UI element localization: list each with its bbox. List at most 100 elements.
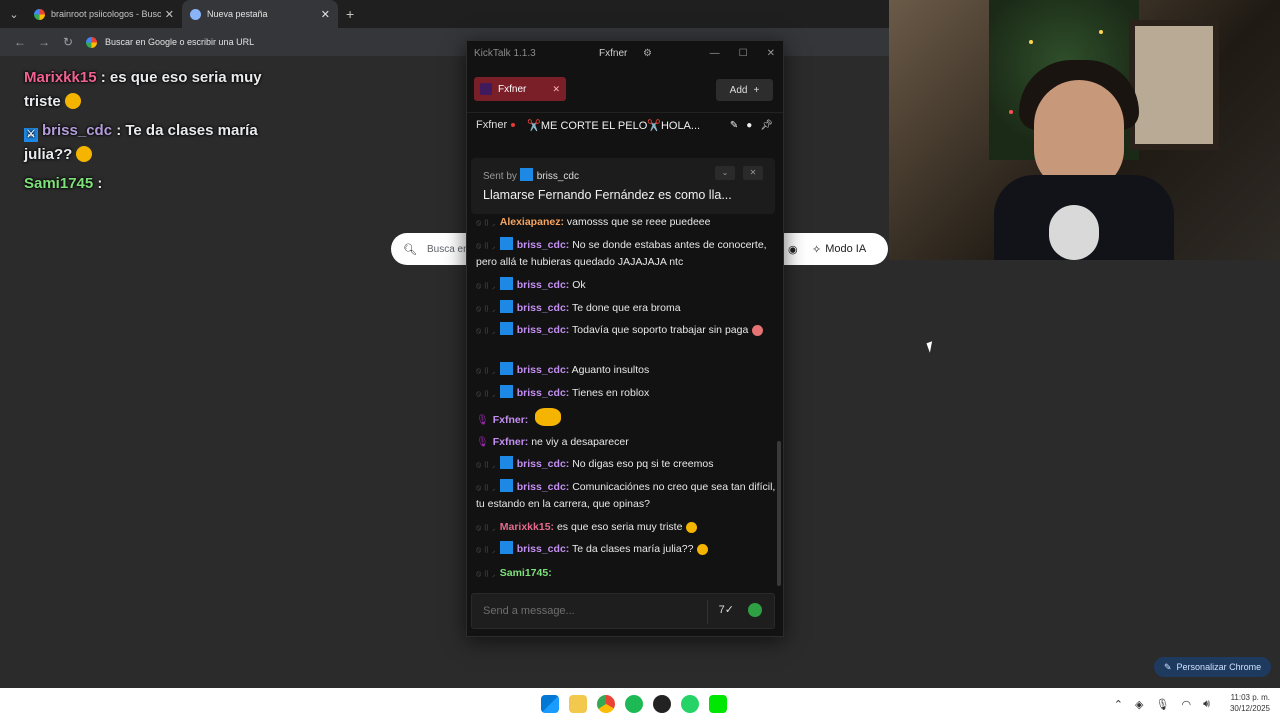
mod-actions-icon[interactable]: ⦸ ▯ ⸝	[476, 322, 496, 339]
broadcaster-mic-icon: 🎙︎	[476, 415, 489, 426]
moderator-badge-icon	[499, 237, 513, 250]
chat-username[interactable]: Sami1745:	[500, 567, 552, 579]
overlay-username: Marixkk15	[24, 69, 97, 86]
moderator-badge-icon	[499, 456, 513, 469]
chat-text: ne viy a desaparecer	[531, 436, 629, 448]
chat-message: ⦸ ▯ ⸝ briss_cdc: Todavía que soporto trab…	[476, 322, 776, 339]
maximize-icon[interactable]: ☐	[739, 48, 748, 59]
pin-icon[interactable]: 📌︎	[760, 120, 773, 131]
tab-search-icon[interactable]: ⌄	[2, 2, 26, 26]
chat-username[interactable]: Fxfner:	[493, 436, 529, 448]
tab-search-results[interactable]: brainroot psiicologos - Buscar c ✕	[26, 0, 182, 28]
reload-icon[interactable]: ↻	[56, 35, 80, 49]
emoji-icon	[64, 93, 81, 109]
emoji-icon	[697, 544, 709, 555]
chrome-icon[interactable]	[597, 695, 615, 713]
chat-username[interactable]: briss_cdc:	[517, 279, 570, 291]
chevron-down-icon[interactable]: ⌄	[715, 166, 735, 180]
mod-actions-icon[interactable]: ⦸ ▯ ⸝	[476, 385, 496, 402]
kick-icon[interactable]	[709, 695, 727, 713]
ai-mode-label: Modo IA	[825, 243, 867, 255]
clock[interactable]: 11:03 p. m. 30/12/2025	[1230, 692, 1270, 714]
channel-tabs: Fxfner ✕ Add +	[467, 65, 783, 113]
webcam-feed	[889, 0, 1280, 260]
chat-username[interactable]: briss_cdc:	[517, 481, 570, 493]
forward-icon[interactable]: →	[32, 35, 56, 49]
windows-start-icon[interactable]	[541, 695, 559, 713]
wifi-icon[interactable]: ◠	[1181, 698, 1191, 711]
omnibox[interactable]: Buscar en Google o escribir una URL	[86, 36, 254, 48]
mod-actions-icon[interactable]: ⦸ ▯ ⸝	[476, 362, 496, 379]
chat-message: ⦸ ▯ ⸝ Sami1745:	[476, 565, 776, 582]
chat-username[interactable]: briss_cdc:	[517, 364, 570, 376]
mod-actions-icon[interactable]: ⦸ ▯ ⸝	[476, 214, 496, 231]
moderator-badge-icon	[499, 300, 513, 313]
close-tab-icon[interactable]: ✕	[165, 8, 174, 21]
user-icon[interactable]: ●	[746, 120, 752, 131]
google-icon	[86, 36, 97, 48]
chat-username[interactable]: briss_cdc:	[517, 458, 570, 470]
chat-username[interactable]: briss_cdc:	[517, 543, 570, 555]
chat-message: ⦸ ▯ ⸝ Alexiapanez: vamosss que se reee pu…	[476, 214, 776, 231]
minimize-icon[interactable]: —	[710, 48, 720, 59]
emoji-icon	[752, 325, 764, 336]
sent-by-label: Sent by	[483, 171, 517, 182]
mod-actions-icon[interactable]: ⦸ ▯ ⸝	[476, 277, 496, 294]
obs-icon[interactable]	[653, 695, 671, 713]
add-channel-button[interactable]: Add +	[716, 79, 773, 101]
back-icon[interactable]: ←	[8, 35, 32, 49]
chat-username[interactable]: briss_cdc:	[517, 302, 570, 314]
chat-username[interactable]: Marixkk15:	[500, 521, 554, 533]
tree-light	[1009, 110, 1013, 114]
pencil-icon[interactable]: ✎	[730, 120, 738, 131]
lens-icon[interactable]: ◉	[788, 243, 798, 256]
tab-new-tab[interactable]: Nueva pestaña ✕	[182, 0, 338, 28]
tab-title: brainroot psiicologos - Buscar c	[51, 9, 161, 19]
message-input[interactable]: Send a message... 7✓	[471, 593, 775, 629]
ai-mode-button[interactable]: ✧ Modo IA	[812, 237, 866, 261]
kicktalk-titlebar: KickTalk 1.1.3 Fxfner ⚙ — ☐ ✕	[467, 41, 783, 65]
emote-picker-icon[interactable]: 7✓	[719, 603, 734, 616]
tree-light	[1029, 40, 1033, 44]
moderator-badge-icon	[499, 541, 513, 554]
whatsapp-icon[interactable]	[681, 695, 699, 713]
close-tab-icon[interactable]: ✕	[552, 84, 560, 95]
chat-username[interactable]: briss_cdc:	[517, 387, 570, 399]
mod-actions-icon[interactable]: ⦸ ▯ ⸝	[476, 541, 496, 558]
current-user[interactable]: Fxfner	[599, 48, 627, 59]
add-label: Add	[729, 84, 748, 96]
pinned-username: briss_cdc	[536, 171, 579, 182]
gear-icon[interactable]: ⚙	[643, 48, 652, 59]
mod-actions-icon[interactable]: ⦸ ▯ ⸝	[476, 519, 496, 536]
moderator-badge-icon	[499, 277, 513, 290]
unpin-icon[interactable]: ✕	[743, 166, 763, 180]
spotify-icon[interactable]	[625, 695, 643, 713]
mod-actions-icon[interactable]: ⦸ ▯ ⸝	[476, 237, 496, 254]
chat-username[interactable]: Alexiapanez:	[500, 216, 564, 228]
chat-text: vamosss que se reee puedeee	[566, 216, 711, 228]
channel-tab[interactable]: Fxfner ✕	[474, 77, 566, 101]
mod-actions-icon[interactable]: ⦸ ▯ ⸝	[476, 300, 496, 317]
mod-actions-icon[interactable]: ⦸ ▯ ⸝	[476, 565, 496, 582]
chat-username[interactable]: briss_cdc:	[517, 324, 570, 336]
chat-username[interactable]: Fxfner:	[493, 414, 529, 426]
mod-actions-icon[interactable]: ⦸ ▯ ⸝	[476, 456, 496, 473]
file-explorer-icon[interactable]	[569, 695, 587, 713]
overlay-line: ⚔ briss_cdc : Te da clases maría julia??	[24, 119, 294, 167]
close-icon[interactable]: ✕	[767, 48, 775, 59]
mod-actions-icon[interactable]: ⦸ ▯ ⸝	[476, 479, 496, 496]
kick-emote-icon[interactable]	[748, 603, 762, 617]
volume-icon[interactable]: 🔊︎	[1203, 698, 1210, 711]
pinned-message: Sent by briss_cdc Llamarse Fernando Fern…	[471, 158, 775, 214]
chat-username[interactable]: briss_cdc:	[517, 239, 570, 251]
chevron-up-icon[interactable]: ⌃	[1114, 698, 1123, 711]
chat-scrollbar[interactable]	[777, 441, 781, 586]
microphone-icon[interactable]: 🎙︎	[1155, 698, 1169, 711]
tree-light	[1099, 30, 1103, 34]
shield-icon[interactable]: ◈	[1135, 698, 1143, 711]
customize-chrome-button[interactable]: ✎ Personalizar Chrome	[1154, 657, 1272, 677]
channel-avatar	[480, 83, 492, 95]
new-tab-icon[interactable]: +	[346, 6, 354, 22]
stream-chat-overlay: Marixkk15 : es que eso seria muy triste …	[24, 66, 294, 201]
close-tab-icon[interactable]: ✕	[321, 8, 330, 21]
